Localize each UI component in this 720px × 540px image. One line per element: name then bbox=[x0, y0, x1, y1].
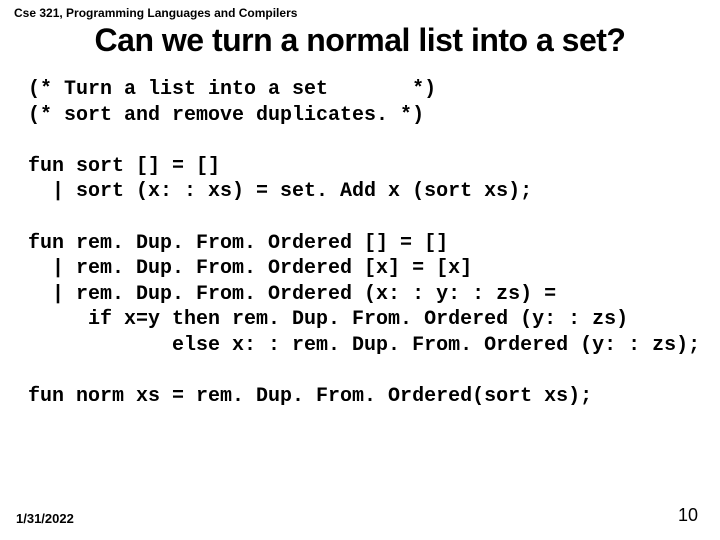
code-block: (* Turn a list into a set *) (* sort and… bbox=[28, 77, 702, 410]
slide: Cse 321, Programming Languages and Compi… bbox=[0, 0, 720, 540]
footer-page-number: 10 bbox=[678, 505, 698, 526]
slide-title: Can we turn a normal list into a set? bbox=[18, 22, 702, 59]
course-header: Cse 321, Programming Languages and Compi… bbox=[14, 6, 702, 20]
footer: 1/31/2022 10 bbox=[16, 505, 698, 526]
footer-date: 1/31/2022 bbox=[16, 511, 74, 526]
